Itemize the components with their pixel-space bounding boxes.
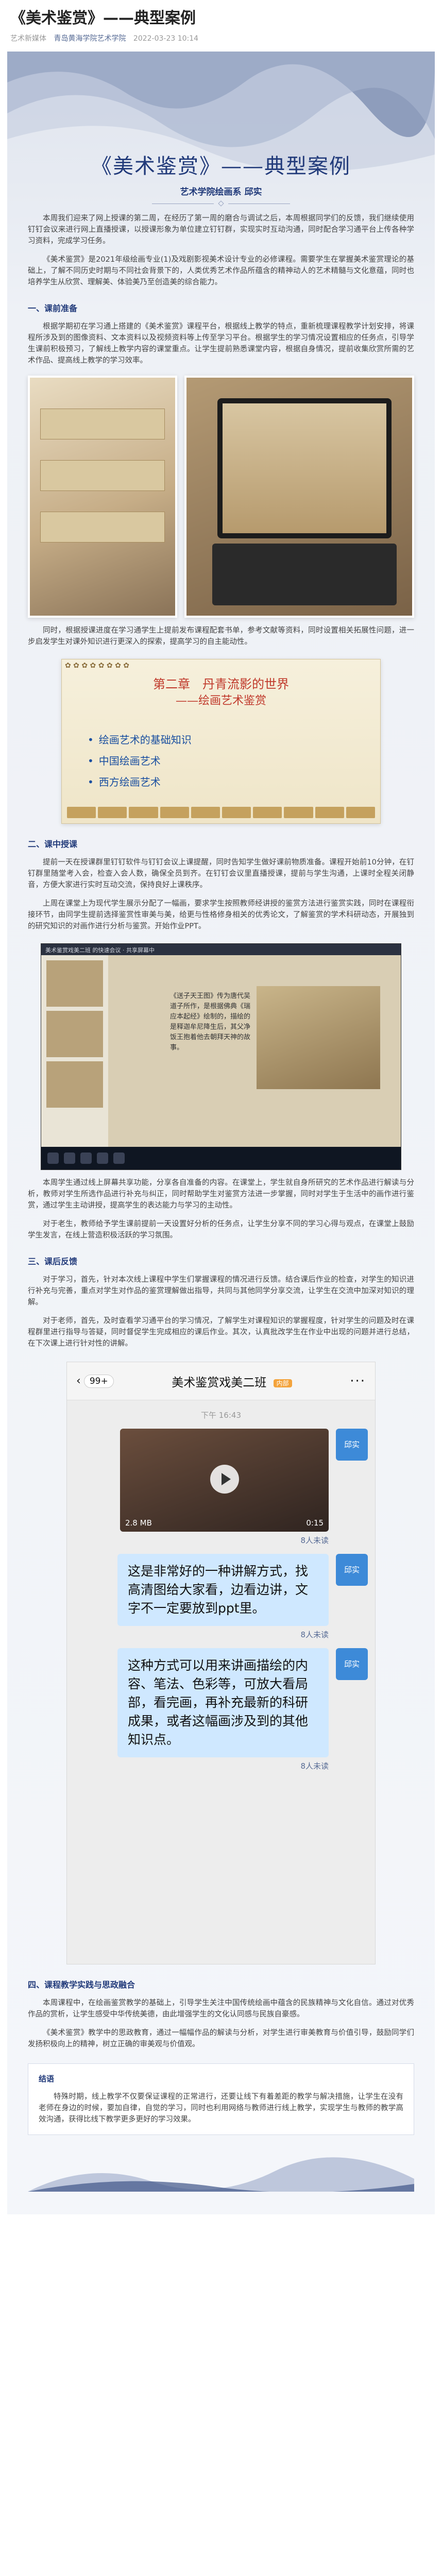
class-paragraph-1: 提前一天在授课群里钉钉软件与钉钉会议上课提醒，同时告知学生做好课前物质准备。课程…: [28, 858, 414, 889]
meeting-topbar: 美术鉴赏戏美二班 的快速会议 · 共享屏幕中: [41, 944, 401, 955]
tablet-screen: [217, 398, 392, 538]
meeting-screenshot: 美术鉴赏戏美二班 的快速会议 · 共享屏幕中 《送子天王图》传为唐代吴道子所作，…: [41, 943, 401, 1170]
section-heading-class: 二、课中授课: [28, 839, 78, 849]
internal-tag: 内部: [273, 1379, 292, 1387]
course-slide: ✿ ✿ ✿ ✿ ✿ ✿ ✿ ✿ 第二章 丹青流影的世界 ——绘画艺术鉴赏 绘画艺…: [61, 659, 381, 824]
summary-box: 结语 特殊时期，线上教学不仅要保证课程的正常进行，还要让线下有着差距的教学与解决…: [28, 2063, 414, 2135]
article-meta: 艺术新媒体 青岛黄海学院艺术学院 2022-03-23 10:14: [10, 33, 432, 43]
avatar[interactable]: 邱实: [336, 1648, 368, 1680]
chat-message-text: 这种方式可以用来讲画描绘的内容、笔法、色彩等，可放大看局部，看完画，再补充最新的…: [67, 1648, 375, 1757]
article-title: 《美术鉴赏》——典型案例: [10, 9, 196, 27]
painting-strip: [40, 512, 165, 543]
chat-message-text: 这是非常好的一种讲解方式，找高清图给大家看，边看边讲，文字不一定要放到ppt里。…: [67, 1554, 375, 1626]
intro-paragraph: 本周我们迎来了网上授课的第二周，在经历了第一周的磨合与调试之后，本周根据同学们的…: [28, 214, 414, 245]
photo-row: [28, 376, 414, 618]
ideology-paragraph-1: 本周课程中，在绘画鉴赏教学的基础上，引导学生关注中国传统绘画中蕴含的民族精神与文…: [28, 1999, 414, 2019]
tablet-keyboard: [212, 544, 397, 605]
avatar[interactable]: 邱实: [336, 1429, 368, 1461]
slide-ornament-icon: ✿ ✿ ✿ ✿ ✿ ✿ ✿ ✿: [65, 662, 129, 670]
section-heading-ideology: 四、课程教学实践与思政融合: [28, 1980, 135, 1990]
meta-time: 2022-03-23 10:14: [133, 35, 199, 43]
ideology-paragraph-2: 《美术鉴赏》教学中的思政教育，通过一幅幅作品的解读与分析，对学生进行审美教育与价…: [28, 2029, 414, 2048]
taskbar: [41, 1147, 401, 1170]
more-icon[interactable]: ···: [350, 1374, 366, 1389]
textbook-photo: [28, 376, 177, 618]
section-heading-prep: 一、课前准备: [28, 303, 78, 313]
shared-slide-text: 《送子天王图》传为唐代吴道子所作，是根据佛典《瑞应本起经》绘制的，描绘的是释迦牟…: [170, 992, 251, 1052]
summary-text: 特殊时期，线上教学不仅要保证课程的正常进行，还要让线下有着差距的教学与解决措施，…: [39, 2093, 403, 2124]
unread-status: 8人未读: [300, 1630, 329, 1639]
meta-source-prefix: 艺术新媒体: [10, 35, 46, 43]
poster-subtitle: 艺术学院绘画系 邱实: [180, 187, 262, 197]
feedback-paragraph-2: 对于老师，首先，及时查看学习通平台的学习情况，了解学生对课程知识的掌握程度，针对…: [28, 1317, 414, 1348]
taskbar-app-icon: [64, 1153, 75, 1164]
article-poster: 《美术鉴赏》——典型案例 艺术学院绘画系 邱实 本周我们迎来了网上授课的第二周，…: [7, 52, 435, 2214]
article-page: 《美术鉴赏》——典型案例 艺术新媒体 青岛黄海学院艺术学院 2022-03-23…: [0, 0, 442, 2214]
back-button[interactable]: ‹ 99+: [76, 1374, 114, 1388]
chevron-left-icon: ‹: [76, 1375, 81, 1387]
slide-list-item: 西方绘画艺术: [88, 774, 192, 789]
slide-subtitle: ——绘画艺术鉴赏: [175, 694, 266, 707]
slide-thumbnails: [41, 955, 108, 1147]
avatar[interactable]: 邱实: [336, 1554, 368, 1586]
slide-list: 绘画艺术的基础知识 中国绘画艺术 西方绘画艺术: [88, 732, 192, 795]
chat-header: ‹ 99+ 美术鉴赏戏美二班 内部 ···: [67, 1362, 375, 1400]
chat-bubble[interactable]: 这种方式可以用来讲画描绘的内容、笔法、色彩等，可放大看局部，看完画，再补充最新的…: [117, 1648, 329, 1757]
unread-status: 8人未读: [300, 1761, 329, 1771]
video-size: 2.8 MB: [125, 1518, 152, 1528]
slide-list-item: 中国绘画艺术: [88, 753, 192, 768]
slide-title: 第二章 丹青流影的世界: [153, 677, 289, 691]
chat-bubble[interactable]: 这是非常好的一种讲解方式，找高清图给大家看，边看边讲，文字不一定要放到ppt里。: [117, 1554, 329, 1626]
feedback-paragraph-1: 对于学习，首先，针对本次线上课程中学生们掌握课程的情况进行反馈。结合课后作业的检…: [28, 1276, 414, 1307]
class-paragraph-3: 本周学生通过线上屏幕共享功能，分享各自准备的内容。在课堂上，学生就自身所研究的艺…: [28, 1179, 414, 1210]
poster-title: 《美术鉴赏》——典型案例: [91, 155, 351, 178]
taskbar-app-icon: [80, 1153, 92, 1164]
chat-screenshot: ‹ 99+ 美术鉴赏戏美二班 内部 ··· 下午 16:43 2.8 MB 0:…: [66, 1362, 376, 1964]
play-icon[interactable]: [210, 1465, 239, 1494]
unread-badge: 99+: [83, 1374, 114, 1388]
meta-source-link[interactable]: 青岛黄海学院艺术学院: [54, 35, 126, 43]
slide-thumbnail-strip: [67, 807, 376, 818]
chat-message-video: 2.8 MB 0:15 邱实: [67, 1429, 375, 1532]
video-duration: 0:15: [306, 1518, 324, 1528]
slide-list-item: 绘画艺术的基础知识: [88, 732, 192, 747]
shared-slide: 《送子天王图》传为唐代吴道子所作，是根据佛典《瑞应本起经》绘制的，描绘的是释迦牟…: [108, 955, 401, 1147]
unread-status: 8人未读: [300, 1536, 329, 1545]
prep-paragraph-2: 同时，根据授课进度在学习通学生上提前发布课程配套书单，参考文献等资料，同时设置相…: [28, 626, 414, 646]
painting-strip: [40, 460, 165, 491]
class-paragraph-2: 上周在课堂上为现代学生展示分配了一幅画，要求学生按照教师经讲授的鉴赏方法进行鉴赏…: [28, 900, 414, 930]
intro-paragraph-2: 《美术鉴赏》是2021年级绘画专业(1)及戏剧影视美术设计专业的必修课程。需要学…: [28, 256, 414, 286]
painting-image: [257, 986, 380, 1089]
prep-paragraph-1: 根据学期初在学习通上搭建的《美术鉴赏》课程平台，根据线上教学的特点，重新梳理课程…: [28, 323, 414, 365]
video-message[interactable]: 2.8 MB 0:15: [120, 1429, 329, 1532]
taskbar-app-icon: [47, 1153, 59, 1164]
article-header: 《美术鉴赏》——典型案例 艺术新媒体 青岛黄海学院艺术学院 2022-03-23…: [0, 0, 442, 48]
summary-label: 结语: [39, 2074, 55, 2083]
tablet-photo: [184, 376, 414, 618]
painting-strip: [40, 409, 165, 439]
group-name-text: 美术鉴赏戏美二班: [172, 1376, 267, 1389]
mountain-decoration: [28, 2157, 414, 2193]
chat-timestamp: 下午 16:43: [201, 1411, 241, 1420]
section-heading-feedback: 三、课后反馈: [28, 1257, 78, 1266]
taskbar-app-icon: [97, 1153, 108, 1164]
chat-group-name: 美术鉴赏戏美二班 内部: [114, 1372, 350, 1390]
divider: [28, 200, 414, 207]
taskbar-app-icon: [113, 1153, 125, 1164]
class-paragraph-4: 对于老生，教师给予学生课前提前一天设置好分析的任务点，让学生分享不同的学习心得与…: [28, 1220, 414, 1240]
